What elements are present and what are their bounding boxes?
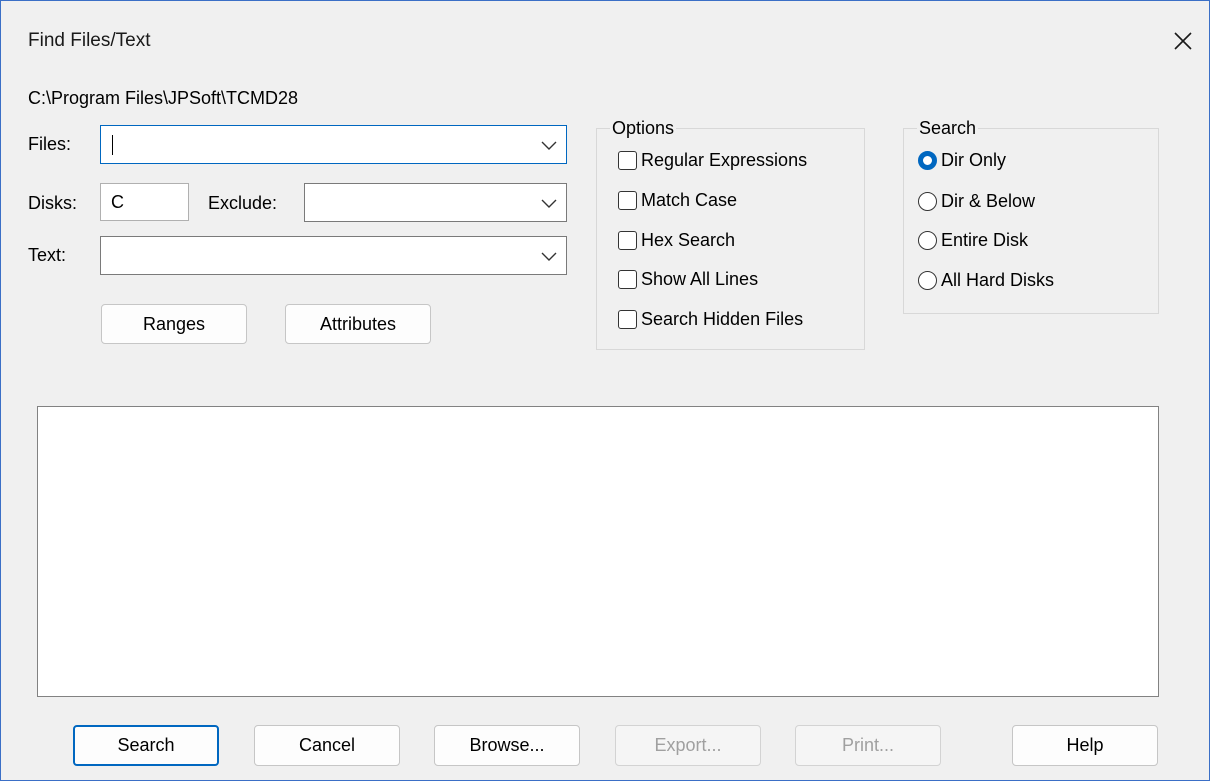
chevron-down-icon[interactable] [540,250,558,262]
disks-label: Disks: [28,193,77,213]
checkbox[interactable] [618,151,637,170]
search-option-label: All Hard Disks [941,270,1055,290]
help-button[interactable]: Help [1012,725,1158,766]
option-search-hidden-files[interactable]: Search Hidden Files [618,309,803,330]
search-group-title: Search [917,118,979,139]
files-label: Files: [28,134,72,154]
checkbox[interactable] [618,310,637,329]
files-input[interactable] [101,126,532,163]
browse-button[interactable]: Browse... [434,725,580,766]
window-title: Find Files/Text [28,30,151,51]
results-list[interactable] [37,406,1159,697]
option-label: Match Case [641,190,738,210]
search-dir-and-below[interactable]: Dir & Below [918,191,1035,212]
text-caret [112,135,113,155]
chevron-down-icon[interactable] [540,139,558,151]
attributes-button[interactable]: Attributes [285,304,431,344]
close-icon [1174,32,1192,50]
ranges-button[interactable]: Ranges [101,304,247,344]
radio-button[interactable] [918,271,937,290]
option-label: Search Hidden Files [641,309,804,329]
option-regular-expressions[interactable]: Regular Expressions [618,150,807,171]
text-input[interactable] [101,237,532,274]
chevron-down-icon[interactable] [540,197,558,209]
options-group-title: Options [610,118,677,139]
option-match-case[interactable]: Match Case [618,190,737,211]
search-option-label: Entire Disk [941,230,1029,250]
export-button: Export... [615,725,761,766]
disks-input[interactable]: C [100,183,189,221]
search-dir-only[interactable]: Dir Only [918,150,1006,171]
option-label: Regular Expressions [641,150,808,170]
text-label: Text: [28,245,67,265]
files-combobox[interactable] [100,125,567,164]
option-show-all-lines[interactable]: Show All Lines [618,269,758,290]
option-label: Hex Search [641,230,736,250]
checkbox[interactable] [618,231,637,250]
search-all-hard-disks[interactable]: All Hard Disks [918,270,1054,291]
search-entire-disk[interactable]: Entire Disk [918,230,1028,251]
text-combobox[interactable] [100,236,567,275]
search-option-label: Dir & Below [941,191,1036,211]
close-button[interactable] [1163,21,1203,61]
option-label: Show All Lines [641,269,759,289]
exclude-label: Exclude: [208,193,278,213]
search-option-label: Dir Only [941,150,1007,170]
checkbox[interactable] [618,191,637,210]
search-button[interactable]: Search [73,725,219,766]
title-bar: Find Files/Text [1,1,1209,73]
radio-button[interactable] [918,231,937,250]
cancel-button[interactable]: Cancel [254,725,400,766]
exclude-input[interactable] [305,184,532,221]
find-files-dialog: Find Files/Text C:\Program Files\JPSoft\… [0,0,1210,781]
option-hex-search[interactable]: Hex Search [618,230,735,251]
checkbox[interactable] [618,270,637,289]
current-path: C:\Program Files\JPSoft\TCMD28 [28,88,299,108]
exclude-combobox[interactable] [304,183,567,222]
radio-button[interactable] [918,192,937,211]
print-button: Print... [795,725,941,766]
radio-button[interactable] [918,151,937,170]
